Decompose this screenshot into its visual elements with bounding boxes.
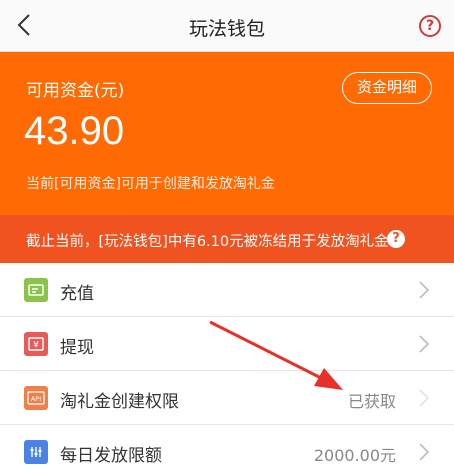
limit-icon [24,440,48,464]
frozen-funds-text: 截止当前，[玩法钱包]中有6.10元被冻结用于发放淘礼金 [26,234,389,250]
chevron-right-icon [419,281,430,299]
api-icon: API [24,386,48,410]
chevron-right-icon [419,335,430,353]
wallet-menu: 充值 ¥ 提现 API 淘礼金创建权限 已获取 每日发放限额 2000.00元 [0,263,454,469]
top-navigation-bar: 玩法钱包 ? [0,0,454,52]
chevron-right-icon [419,443,430,461]
available-funds-amount: 43.90 [24,109,125,153]
menu-item-daily-limit[interactable]: 每日发放限额 2000.00元 [0,425,454,469]
svg-text:API: API [31,395,41,403]
svg-text:¥: ¥ [33,341,39,351]
balance-card: 可用资金(元) 资金明细 43.90 当前[可用资金]可用于创建和发放淘礼金 [0,52,454,215]
recharge-icon [24,278,48,302]
funds-detail-button[interactable]: 资金明细 [342,72,432,104]
menu-item-label: 每日发放限额 [60,446,162,466]
page-title: 玩法钱包 [188,18,265,40]
available-funds-note: 当前[可用资金]可用于创建和发放淘礼金 [26,176,275,192]
menu-item-recharge[interactable]: 充值 [0,263,454,317]
chevron-right-icon [419,389,430,407]
menu-item-create-permission[interactable]: API 淘礼金创建权限 已获取 [0,371,454,425]
menu-item-value: 2000.00元 [313,446,396,465]
frozen-help-icon[interactable]: ? [387,230,405,248]
available-funds-label: 可用资金(元) [26,81,125,101]
menu-item-label: 提现 [60,338,94,358]
withdraw-icon: ¥ [24,332,48,356]
help-icon[interactable]: ? [419,15,441,37]
menu-item-withdraw[interactable]: ¥ 提现 [0,317,454,371]
menu-item-value: 已获取 [347,392,396,411]
frozen-funds-notice: 截止当前，[玩法钱包]中有6.10元被冻结用于发放淘礼金 ? [0,215,454,263]
menu-item-label: 淘礼金创建权限 [60,392,179,412]
menu-item-label: 充值 [60,284,94,304]
